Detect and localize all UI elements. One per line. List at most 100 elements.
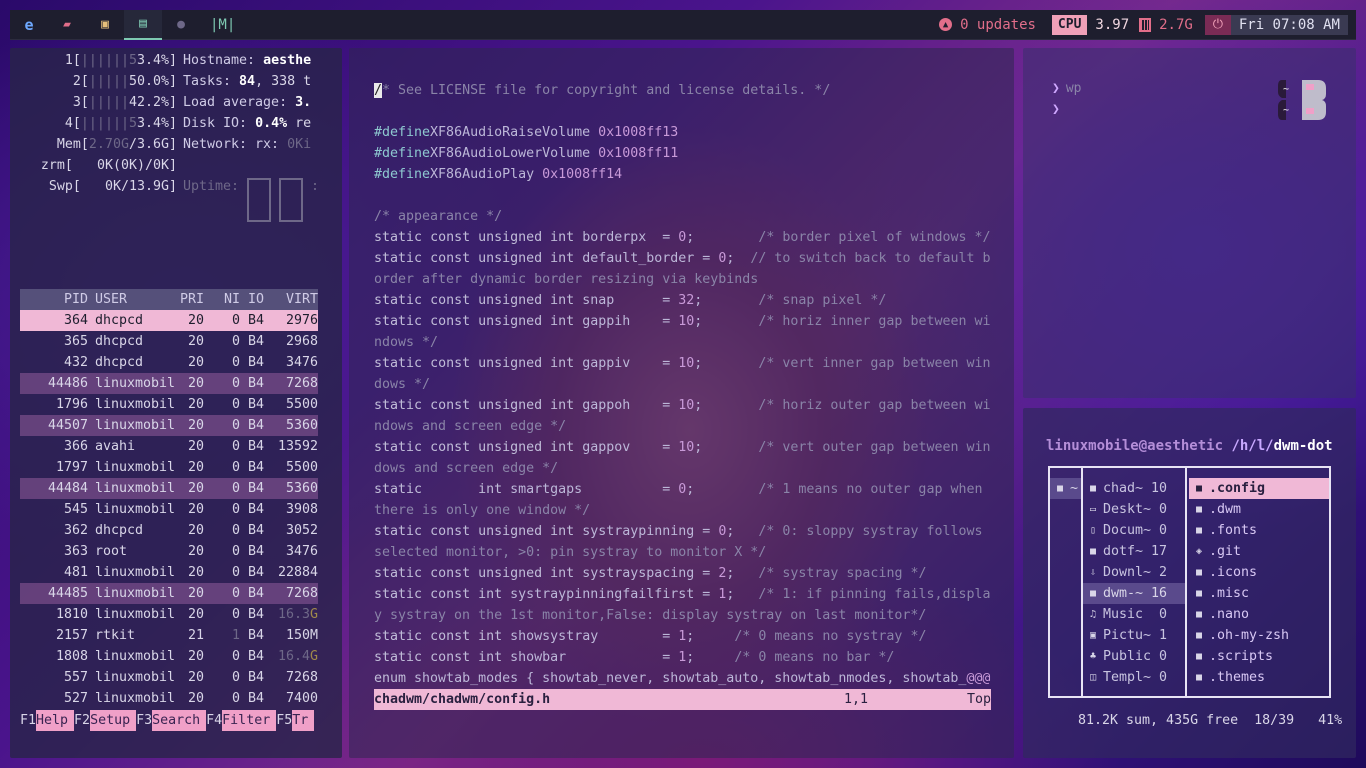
- process-row[interactable]: 1808 linuxmobil 20 0 B4 16.4G: [20, 646, 318, 667]
- uptime-meter: Uptime: :: [183, 176, 319, 222]
- column-header-io[interactable]: IO: [240, 289, 264, 310]
- lf-file-item[interactable]: ◈ .git: [1189, 541, 1329, 562]
- process-virt: 7268: [285, 586, 318, 601]
- folder-icon: ■: [1195, 525, 1203, 536]
- cpu-value: 3.97: [1095, 16, 1130, 33]
- meter-text: re: [287, 116, 312, 131]
- process-io: B4: [248, 628, 265, 643]
- process-row[interactable]: 545 linuxmobil 20 0 B4 3908: [20, 499, 318, 520]
- column-header-pid[interactable]: PID: [20, 289, 88, 310]
- meter-text: aesthe: [263, 53, 312, 68]
- column-header-user[interactable]: USER: [88, 289, 178, 310]
- process-row[interactable]: 527 linuxmobil 20 0 B4 7400: [20, 688, 318, 709]
- lf-dir-item[interactable]: ■ dotf~ 17: [1083, 541, 1185, 562]
- lf-dir-item[interactable]: ⇩ Downl~ 2: [1083, 562, 1185, 583]
- process-row[interactable]: 481 linuxmobil 20 0 B4 22884: [20, 562, 318, 583]
- lf-file-item[interactable]: ■ .themes: [1189, 667, 1329, 688]
- process-user: linuxmobil: [95, 502, 176, 517]
- process-row[interactable]: 557 linuxmobil 20 0 B4 7268: [20, 667, 318, 688]
- status-area: ▲ 0 updates CPU 3.97 2.7G ⏻ Fri 07:08 AM: [939, 10, 1356, 40]
- lf-parent-item[interactable]: ■ ~: [1050, 478, 1081, 499]
- process-row[interactable]: 365 dhcpcd 20 0 B4 2968: [20, 331, 318, 352]
- column-header-virt[interactable]: VIRT: [264, 289, 318, 310]
- lf-file-item[interactable]: ■ .misc: [1189, 583, 1329, 604]
- lf-dir-item[interactable]: ■ chad~ 10: [1083, 478, 1185, 499]
- lf-file-item[interactable]: ■ .scripts: [1189, 646, 1329, 667]
- uptime-box: [247, 178, 272, 222]
- file-name: .dwm: [1209, 502, 1242, 517]
- folder-icon: ⇩: [1089, 567, 1097, 578]
- lf-file-item[interactable]: ■ .dwm: [1189, 499, 1329, 520]
- process-row[interactable]: 1797 linuxmobil 20 0 B4 5500: [20, 457, 318, 478]
- process-virt: 7268: [285, 670, 318, 685]
- process-row[interactable]: 432 dhcpcd 20 0 B4 3476: [20, 352, 318, 373]
- lf-dir-item[interactable]: ◫ Templ~ 0: [1083, 667, 1185, 688]
- workspace-tag-term-icon[interactable]: ▣: [86, 10, 124, 40]
- process-user: linuxmobil: [95, 649, 176, 664]
- workspace-tag-e-icon[interactable]: e: [10, 10, 48, 40]
- cpu-id: 4[: [56, 116, 81, 131]
- process-row[interactable]: 362 dhcpcd 20 0 B4 3052: [20, 520, 318, 541]
- workspace-tag-folder-icon[interactable]: ▰: [48, 10, 86, 40]
- process-pri: 20: [187, 607, 204, 622]
- process-user: dhcpcd: [95, 523, 144, 538]
- lf-preview-pane[interactable]: ■ .config ■ .dwm ■ .fonts ◈ .git ■ .icons ■ .misc ■.…: [1187, 468, 1329, 688]
- process-pid: 1796: [55, 397, 88, 412]
- lf-dir-item[interactable]: ♣ Public 0: [1083, 646, 1185, 667]
- fkey-f2: F2: [74, 713, 91, 728]
- lf-file-item[interactable]: ■ .nano: [1189, 604, 1329, 625]
- process-row[interactable]: 366 avahi 20 0 B4 13592: [20, 436, 318, 457]
- process-row[interactable]: 44486 linuxmobil 20 0 B4 7268: [20, 373, 318, 394]
- process-user: dhcpcd: [95, 355, 144, 370]
- process-io: B4: [248, 397, 265, 412]
- lf-file-item[interactable]: ■ .icons: [1189, 562, 1329, 583]
- lf-dir-item[interactable]: ▣ Pictu~ 1: [1083, 625, 1185, 646]
- process-user: linuxmobil: [95, 691, 176, 706]
- process-row[interactable]: 44484 linuxmobil 20 0 B4 5360: [20, 478, 318, 499]
- workspace-tag-circle-icon[interactable]: ●: [162, 10, 200, 40]
- lf-file-item[interactable]: ■ .fonts: [1189, 520, 1329, 541]
- lf-dir-item[interactable]: ▯ Docum~ 0: [1083, 520, 1185, 541]
- process-row[interactable]: 44507 linuxmobil 20 0 B4 5360: [20, 415, 318, 436]
- column-header-ni[interactable]: NI: [204, 289, 240, 310]
- process-row[interactable]: 2157 rtkit 21 1 B4 150M: [20, 625, 318, 646]
- fkey-label[interactable]: Filter: [222, 710, 277, 731]
- lf-current-pane[interactable]: ■ chad~ 10 ▭ Deskt~ 0 ▯ Docum~ 0 ■ dotf~ 17 ⇩ Dow…: [1083, 468, 1187, 696]
- lf-file-item[interactable]: ■ .config: [1189, 478, 1329, 499]
- mem-total: /3.6G]: [128, 137, 177, 152]
- fkey-label[interactable]: Help: [36, 710, 75, 731]
- lf-dir-item[interactable]: ■ dwm-~ 16: [1083, 583, 1185, 604]
- network-meter: Network: rx: 0Ki: [183, 134, 311, 155]
- process-row[interactable]: 363 root 20 0 B4 3476: [20, 541, 318, 562]
- process-row[interactable]: 44485 linuxmobil 20 0 B4 7268: [20, 583, 318, 604]
- file-name: dwm-~ 16: [1103, 586, 1168, 601]
- process-user: linuxmobil: [95, 565, 176, 580]
- process-row[interactable]: 1796 linuxmobil 20 0 B4 5500: [20, 394, 318, 415]
- process-io: B4: [248, 418, 265, 433]
- memory-meter: Mem[2.70G/3.6G]: [20, 134, 177, 155]
- workspace-tag-doc-icon[interactable]: ▤: [124, 9, 162, 40]
- column-header-pri[interactable]: PRI: [178, 289, 204, 310]
- lf-parent-pane[interactable]: ■ ~: [1050, 468, 1083, 696]
- process-virt: 3908: [285, 502, 318, 517]
- file-name: .themes: [1209, 670, 1266, 685]
- code-area[interactable]: /* See LICENSE file for copyright and li…: [374, 80, 991, 689]
- fkey-label[interactable]: Tr: [292, 710, 315, 731]
- code-line: ndows and screen edge */: [374, 419, 567, 434]
- process-row[interactable]: 1810 linuxmobil 20 0 B4 16.3G: [20, 604, 318, 625]
- process-pri: 20: [187, 565, 204, 580]
- process-pri: 20: [187, 355, 204, 370]
- process-table[interactable]: PID USER PRI NI IO VIRT 364 dhcpcd 20 0 B4 2976 365 d…: [20, 289, 318, 709]
- lf-dir-item[interactable]: ▭ Deskt~ 0: [1083, 499, 1185, 520]
- layout-indicator[interactable]: |M|: [210, 17, 235, 33]
- fkey-label[interactable]: Search: [152, 710, 207, 731]
- fkey-label[interactable]: Setup: [90, 710, 137, 731]
- process-pid: 362: [63, 523, 88, 538]
- zram-label: zrm[: [40, 158, 73, 173]
- lf-dir-item[interactable]: ♫ Music 0: [1083, 604, 1185, 625]
- updates-widget[interactable]: ▲ 0 updates: [939, 17, 1036, 33]
- folder-icon: ■: [1089, 546, 1097, 557]
- process-row[interactable]: 364 dhcpcd 20 0 B4 2976: [20, 310, 318, 331]
- lf-file-item[interactable]: ■ .oh-my-zsh: [1189, 625, 1329, 646]
